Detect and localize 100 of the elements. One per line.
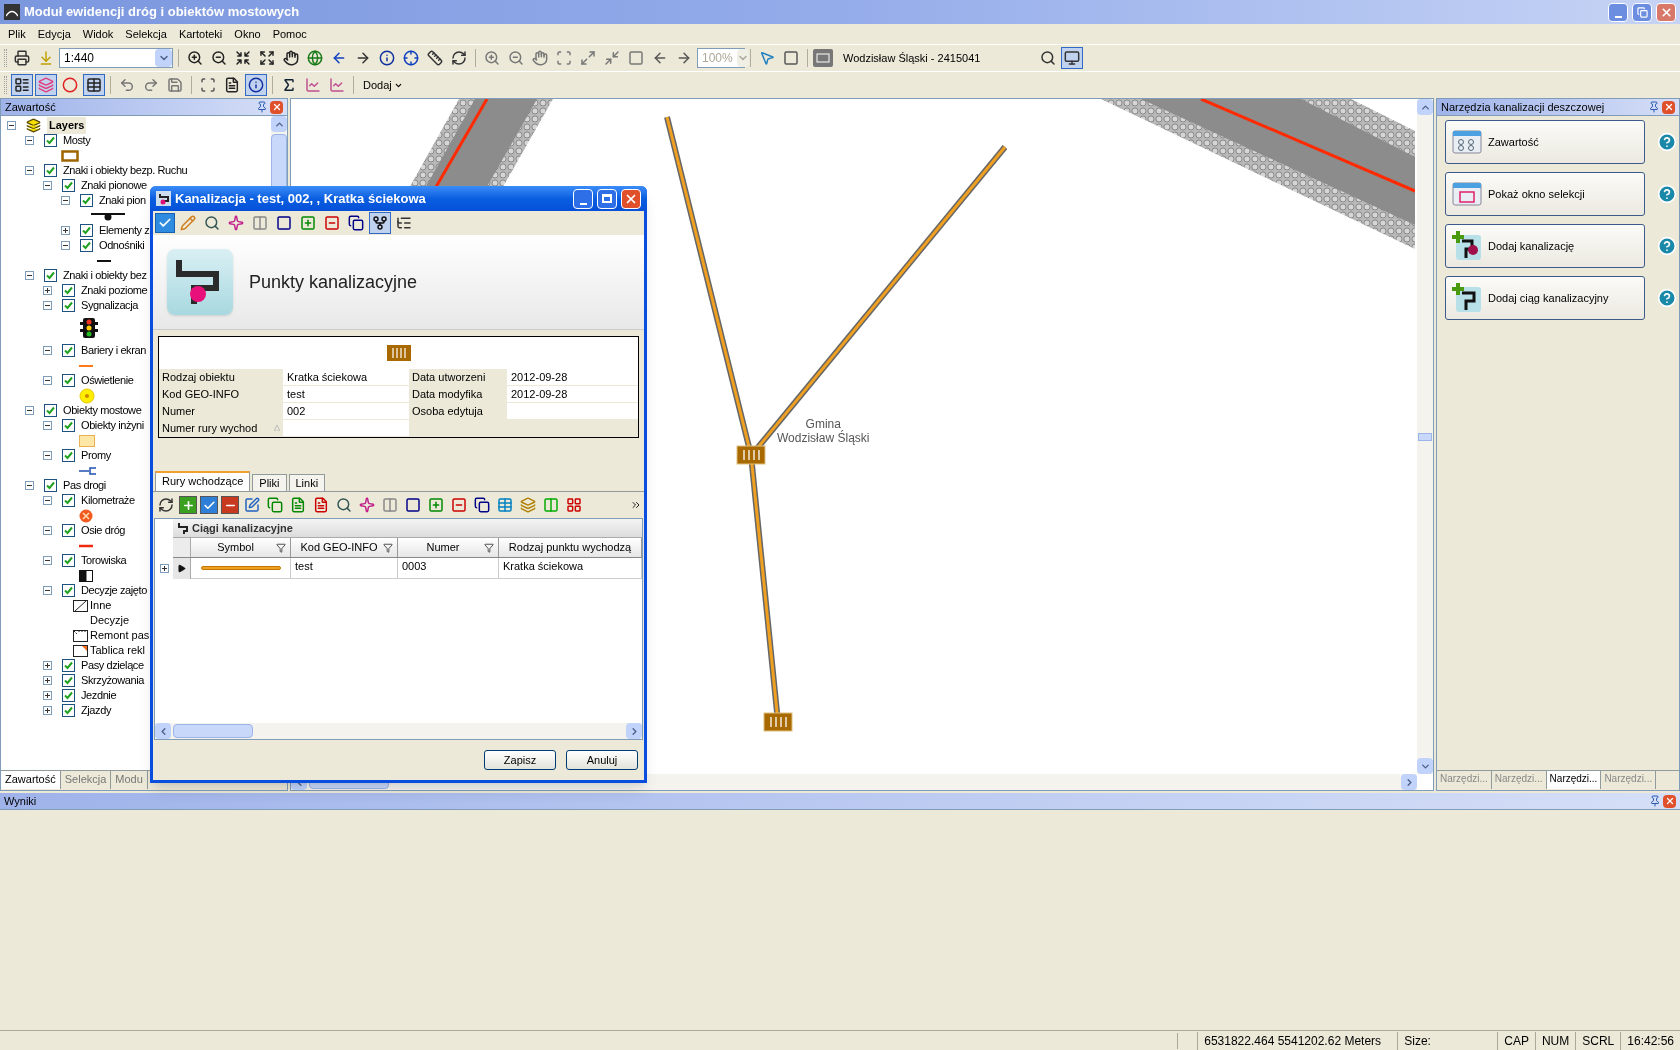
minimize-icon[interactable] [579, 202, 587, 205]
column-header[interactable]: Rodzaj punktu wychodzą [499, 538, 642, 557]
checkbox[interactable] [62, 179, 75, 192]
menu-item[interactable]: Kartoteki [172, 25, 229, 43]
menu-item[interactable]: Selekcja [119, 25, 173, 43]
tree-item[interactable]: Odnośniki [99, 237, 145, 254]
fork-icon[interactable] [369, 212, 391, 234]
tree-item[interactable]: Znaki pionowe [81, 177, 147, 194]
checkbox[interactable] [62, 344, 75, 357]
expand-toggle[interactable] [43, 691, 52, 700]
add-dropdown-button[interactable]: Dodaj [359, 75, 407, 95]
menu-item[interactable]: Edycja [31, 25, 77, 43]
minimize-button[interactable] [1608, 2, 1628, 22]
filter-icon[interactable] [276, 542, 286, 553]
field-value[interactable]: 2012-09-28 [507, 386, 638, 402]
display-icon[interactable] [1061, 47, 1083, 69]
tab[interactable]: Rury wchodzące [155, 471, 251, 491]
tab[interactable]: Narzędzi... [1546, 771, 1602, 789]
checkbox[interactable] [62, 554, 75, 567]
pin-icon[interactable] [1649, 795, 1661, 807]
collapse-toggle[interactable] [43, 526, 52, 535]
collapse-toggle[interactable] [43, 586, 52, 595]
collapse-toggle[interactable] [25, 481, 34, 490]
checkbox[interactable] [80, 239, 93, 252]
menu-item[interactable]: Pomoc [266, 25, 313, 43]
collapse-toggle[interactable] [43, 376, 52, 385]
filter-icon[interactable] [484, 542, 494, 553]
tree-item[interactable]: Jezdnie [81, 687, 117, 704]
menu-item[interactable]: Plik [2, 25, 32, 43]
tree-item[interactable]: Pas drogi [63, 477, 106, 494]
checkbox[interactable] [62, 584, 75, 597]
collapse-toggle[interactable] [43, 301, 52, 310]
pin-icon[interactable] [1648, 101, 1660, 113]
tree-item[interactable]: Torowiska [81, 552, 127, 569]
tree-item[interactable]: Znaki i obiekty bez [63, 267, 147, 284]
scrollbar-thumb[interactable] [173, 724, 253, 738]
tab[interactable]: Modu [111, 771, 148, 789]
collapse-toggle[interactable] [25, 271, 34, 280]
save-button[interactable]: Zapisz [484, 750, 556, 770]
tab[interactable]: Linki [288, 474, 326, 491]
collapse-toggle[interactable] [43, 556, 52, 565]
table-icon[interactable] [83, 74, 105, 96]
column-header[interactable]: Kod GEO-INFO [291, 538, 398, 557]
expand-toggle[interactable] [159, 564, 169, 573]
checkbox[interactable] [62, 524, 75, 537]
checkbox[interactable] [62, 689, 75, 702]
row-header[interactable] [173, 558, 191, 579]
collapse-toggle[interactable] [25, 166, 34, 175]
menu-item[interactable]: Okno [228, 25, 267, 43]
tool-button[interactable]: Pokaż okno selekcji [1445, 172, 1645, 216]
checkbox[interactable] [80, 194, 93, 207]
expand-toggle[interactable] [61, 226, 70, 235]
maximize-button[interactable] [597, 188, 617, 209]
cancel-button[interactable]: Anuluj [566, 750, 638, 770]
checkbox[interactable] [62, 449, 75, 462]
checkbox[interactable] [44, 269, 57, 282]
checkbox[interactable] [80, 224, 93, 237]
tab[interactable]: Selekcja [60, 771, 112, 789]
scale-combobox[interactable]: 1:440 [59, 48, 173, 68]
checkbox[interactable] [62, 374, 75, 387]
collapse-toggle[interactable] [43, 346, 52, 355]
tree-item[interactable]: Promy [81, 447, 111, 464]
tree-item[interactable]: Znaki poziome [81, 282, 148, 299]
field-value[interactable]: 2012-09-28 [507, 369, 638, 385]
checkbox[interactable] [62, 419, 75, 432]
field-value[interactable]: test [283, 386, 409, 402]
tree-item[interactable]: Bariery i ekran [81, 342, 146, 359]
checkbox[interactable] [44, 479, 57, 492]
vertical-scrollbar[interactable] [1417, 99, 1433, 774]
pin-icon[interactable] [256, 101, 268, 113]
expand-toggle[interactable] [43, 661, 52, 670]
collapse-toggle[interactable] [43, 421, 52, 430]
collapse-toggle[interactable] [25, 406, 34, 415]
checkbox[interactable] [44, 134, 57, 147]
collapse-toggle[interactable] [25, 136, 34, 145]
tree-item[interactable]: Skrzyżowania [81, 672, 145, 689]
tab[interactable]: Pliki [252, 474, 287, 491]
more-icon[interactable] [630, 499, 642, 511]
tree-item[interactable]: Sygnalizacja [81, 297, 138, 314]
maximize-icon[interactable] [602, 194, 612, 203]
tree-item[interactable]: Pasy dzielące [81, 657, 144, 674]
checkbox[interactable] [62, 704, 75, 717]
checkbox[interactable] [62, 284, 75, 297]
drain-grate-icon[interactable] [736, 445, 766, 465]
checkbox[interactable] [62, 299, 75, 312]
scrollbar-thumb[interactable] [1418, 432, 1432, 441]
list-view-icon[interactable] [11, 74, 33, 96]
tree-item[interactable]: Osie dróg [81, 522, 126, 539]
horizontal-scrollbar[interactable] [155, 723, 642, 739]
checkbox[interactable] [62, 674, 75, 687]
expand-toggle[interactable] [43, 286, 52, 295]
tree-item[interactable]: Elementy z [99, 222, 150, 239]
collapse-toggle[interactable] [61, 196, 70, 205]
collapse-toggle[interactable] [7, 121, 16, 130]
tree-item[interactable]: Oświetlenie [81, 372, 134, 389]
field-value[interactable]: Kratka ściekowa [283, 369, 409, 385]
tree-item[interactable]: Kilometraże [81, 492, 135, 509]
checkbox[interactable] [44, 404, 57, 417]
drain-grate-icon[interactable] [763, 712, 793, 732]
filter-icon[interactable] [383, 542, 393, 553]
